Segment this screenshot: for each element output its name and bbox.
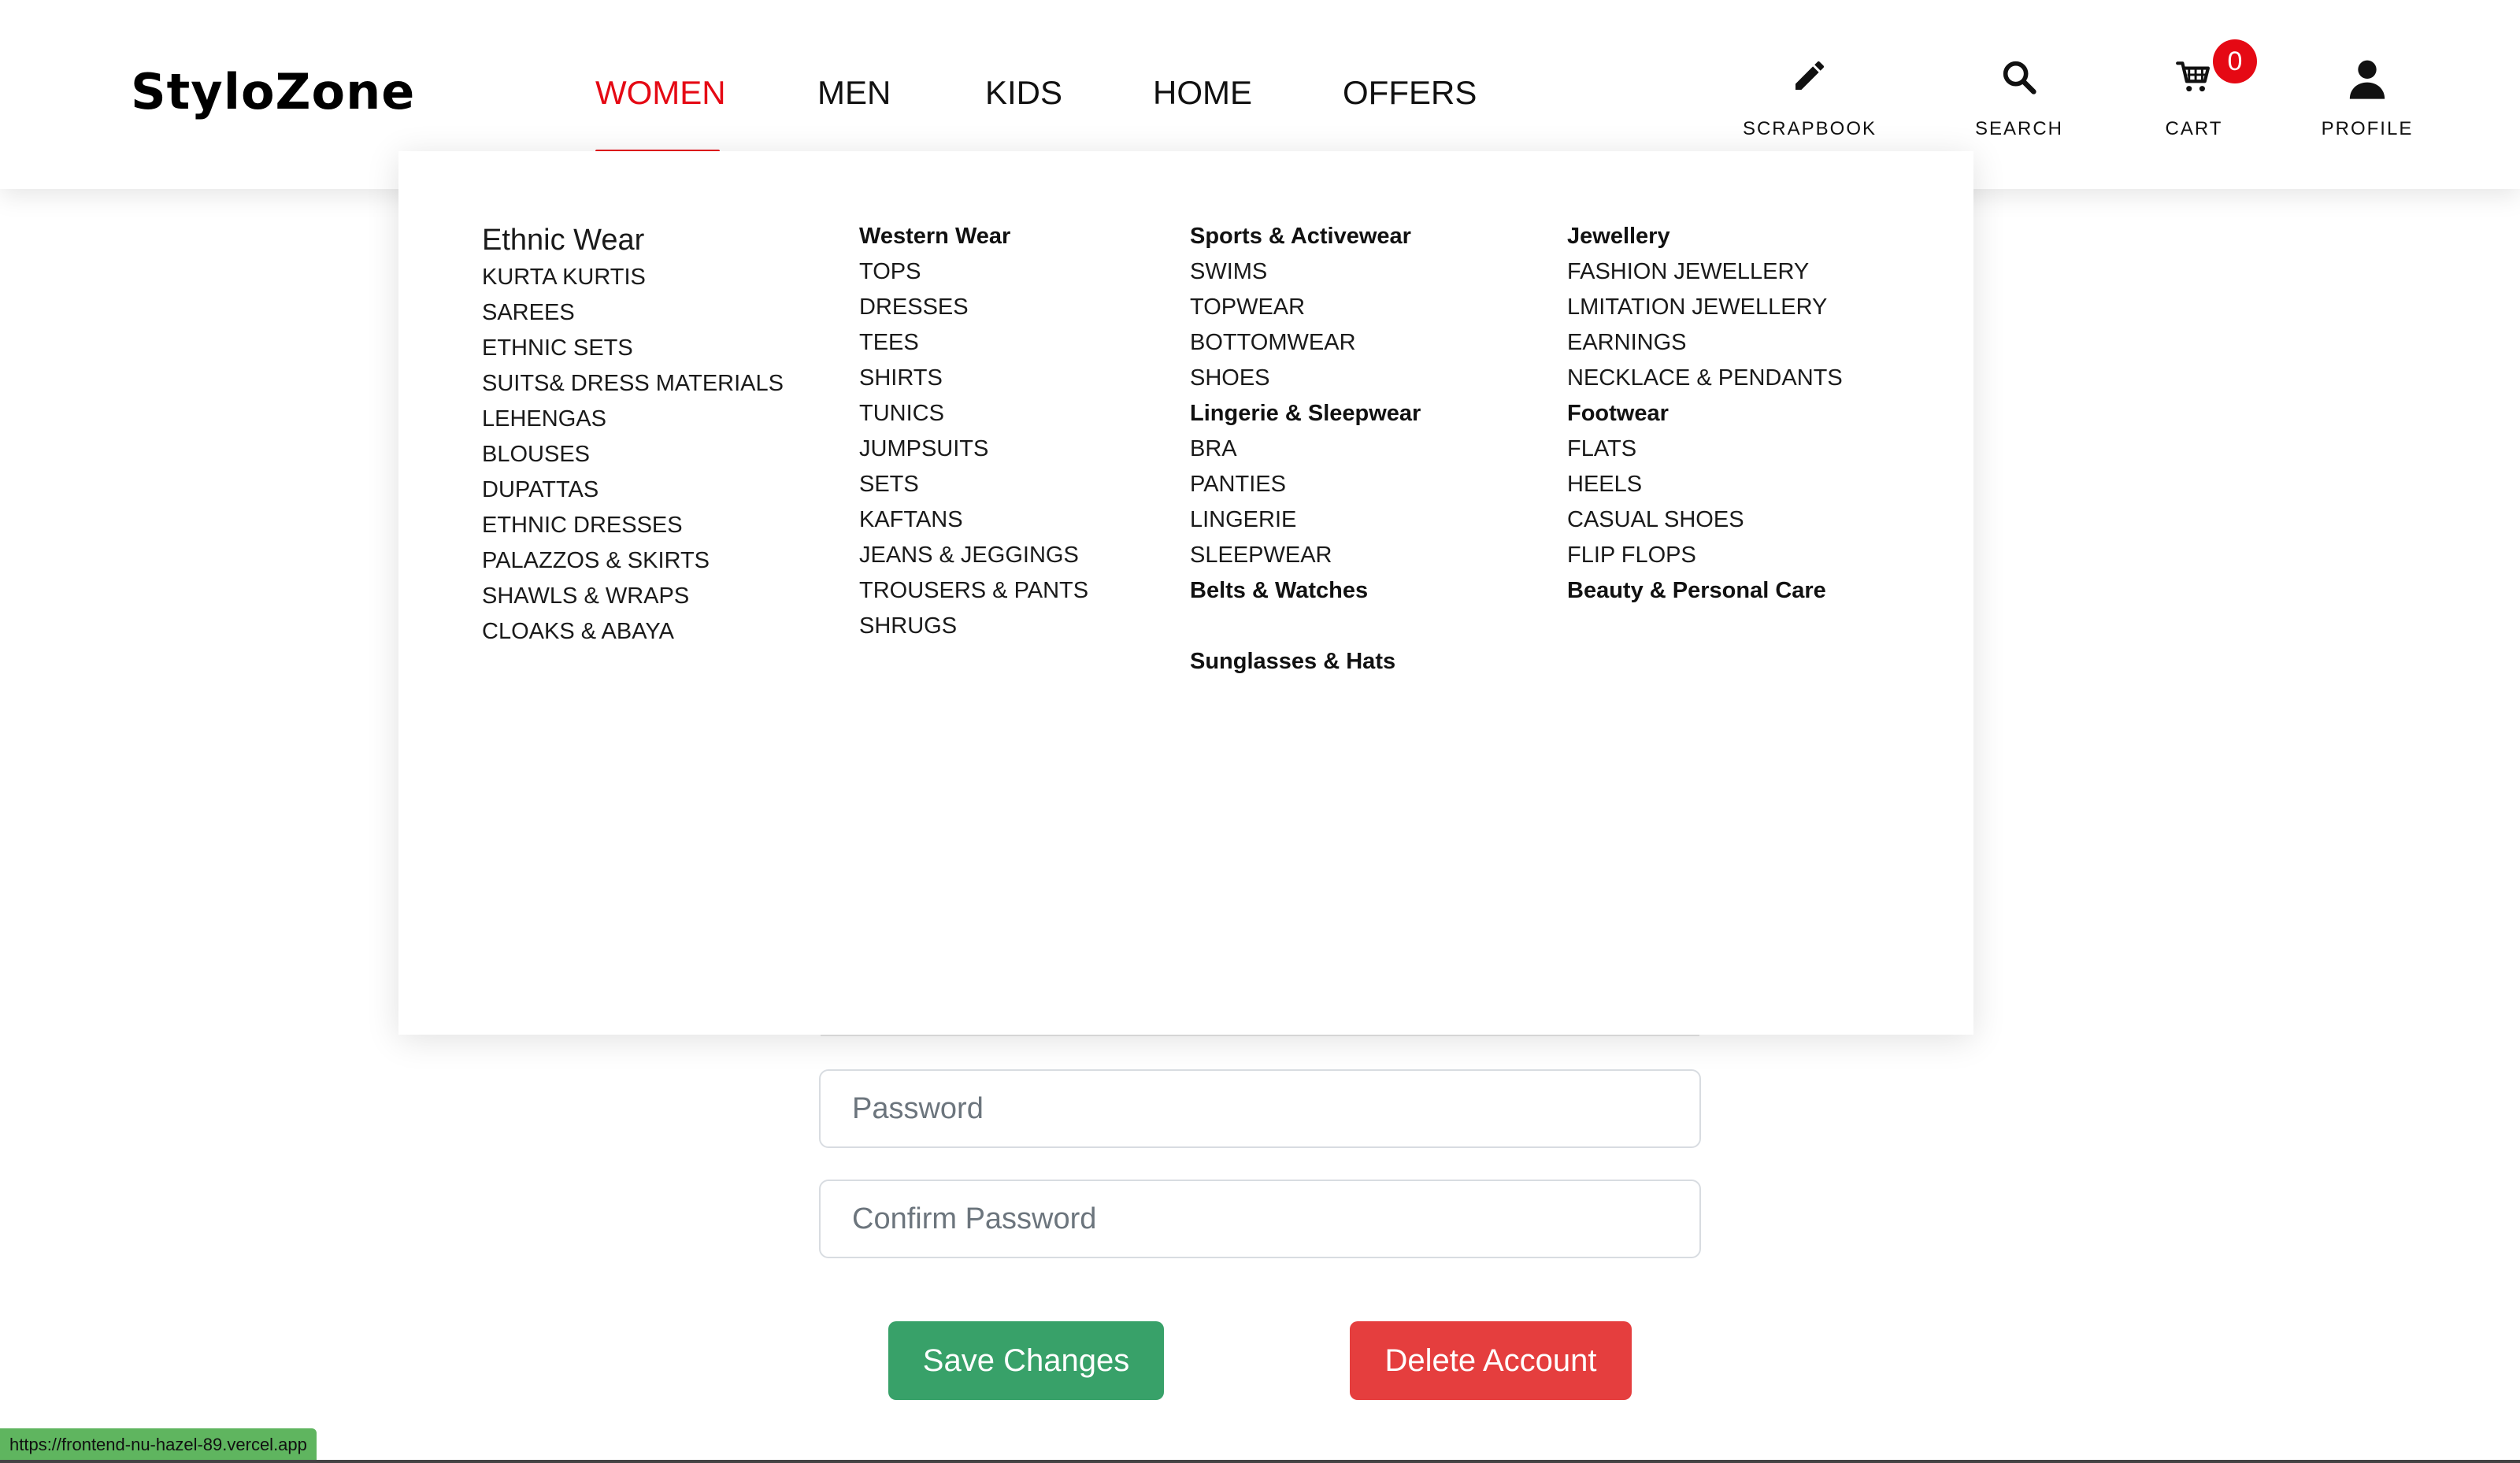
menu-item[interactable]: FLIP FLOPS [1567, 538, 1843, 573]
menu-item[interactable]: CLOAKS & ABAYA [482, 614, 784, 650]
menu-item[interactable]: SLEEPWEAR [1190, 538, 1421, 573]
menu-item[interactable]: SHAWLS & WRAPS [482, 579, 784, 614]
profile-label: PROFILE [2321, 118, 2414, 139]
menu-item[interactable]: SHOES [1190, 361, 1421, 396]
menu-item[interactable]: LINGERIE [1190, 502, 1421, 538]
menu-item[interactable]: NECKLACE & PENDANTS [1567, 361, 1843, 396]
menu-item[interactable]: KURTA KURTIS [482, 260, 784, 295]
women-mega-menu: Ethnic Wear KURTA KURTIS SAREES ETHNIC S… [398, 151, 1973, 1035]
menu-heading[interactable]: Lingerie & Sleepwear [1190, 396, 1421, 431]
delete-account-button[interactable]: Delete Account [1350, 1321, 1632, 1400]
cart-count-badge: 0 [2213, 39, 2257, 83]
menu-column-western: Western Wear TOPS DRESSES TEES SHIRTS TU… [859, 219, 1088, 644]
menu-item[interactable]: SHRUGS [859, 609, 1088, 644]
menu-item[interactable]: SUITS& DRESS MATERIALS [482, 366, 784, 402]
cart-label: CART [2165, 118, 2223, 139]
brand-logo[interactable]: StyloZone [131, 63, 415, 120]
nav-item-men[interactable]: MEN [817, 74, 891, 112]
profile-button[interactable]: PROFILE [2288, 57, 2446, 140]
link-preview-status: https://frontend-nu-hazel-89.vercel.app [0, 1428, 317, 1461]
nav-item-kids[interactable]: KIDS [985, 74, 1062, 112]
menu-item[interactable]: SHIRTS [859, 361, 1088, 396]
menu-heading[interactable]: Sports & Activewear [1190, 219, 1421, 254]
search-button[interactable]: SEARCH [1940, 57, 2098, 140]
confirm-password-field[interactable] [819, 1180, 1701, 1258]
nav-item-offers[interactable]: OFFERS [1343, 74, 1477, 112]
menu-heading[interactable]: Jewellery [1567, 219, 1843, 254]
search-label: SEARCH [1974, 118, 2064, 139]
menu-heading[interactable]: Ethnic Wear [482, 220, 784, 260]
menu-item[interactable]: LEHENGAS [482, 402, 784, 437]
menu-item[interactable]: ETHNIC DRESSES [482, 508, 784, 543]
menu-item[interactable]: SAREES [482, 295, 784, 331]
menu-heading[interactable]: Belts & Watches [1190, 573, 1421, 609]
menu-item[interactable]: TUNICS [859, 396, 1088, 431]
menu-heading[interactable]: Western Wear [859, 219, 1088, 254]
menu-item[interactable]: BRA [1190, 431, 1421, 467]
user-icon [2288, 57, 2446, 107]
menu-item[interactable]: TOPWEAR [1190, 290, 1421, 325]
menu-item[interactable]: KAFTANS [859, 502, 1088, 538]
menu-item[interactable]: JEANS & JEGGINGS [859, 538, 1088, 573]
menu-item[interactable]: PANTIES [1190, 467, 1421, 502]
menu-item[interactable]: FLATS [1567, 431, 1843, 467]
menu-heading[interactable]: Footwear [1567, 396, 1843, 431]
search-icon [1940, 57, 2098, 107]
scrapbook-label: SCRAPBOOK [1742, 118, 1877, 139]
save-changes-button[interactable]: Save Changes [888, 1321, 1164, 1400]
menu-item[interactable]: SETS [859, 467, 1088, 502]
scrapbook-button[interactable]: SCRAPBOOK [1731, 57, 1888, 140]
menu-spacer [1190, 609, 1421, 644]
menu-column-sports: Sports & Activewear SWIMS TOPWEAR BOTTOM… [1190, 219, 1421, 680]
menu-item[interactable]: PALAZZOS & SKIRTS [482, 543, 784, 579]
password-field[interactable] [819, 1069, 1701, 1148]
menu-item[interactable]: FASHION JEWELLERY [1567, 254, 1843, 290]
menu-heading[interactable]: Sunglasses & Hats [1190, 644, 1421, 680]
menu-item[interactable]: TOPS [859, 254, 1088, 290]
menu-item[interactable]: BLOUSES [482, 437, 784, 472]
pencil-icon [1731, 57, 1888, 107]
menu-item[interactable]: EARNINGS [1567, 325, 1843, 361]
menu-item[interactable]: SWIMS [1190, 254, 1421, 290]
window-bottom-edge [0, 1460, 2520, 1463]
menu-item[interactable]: CASUAL SHOES [1567, 502, 1843, 538]
menu-item[interactable]: LMITATION JEWELLERY [1567, 290, 1843, 325]
menu-heading[interactable]: Beauty & Personal Care [1567, 573, 1843, 609]
menu-item[interactable]: TROUSERS & PANTS [859, 573, 1088, 609]
nav-item-women[interactable]: WOMEN [595, 74, 726, 112]
menu-item[interactable]: HEELS [1567, 467, 1843, 502]
menu-item[interactable]: JUMPSUITS [859, 431, 1088, 467]
menu-item[interactable]: ETHNIC SETS [482, 331, 784, 366]
menu-item[interactable]: TEES [859, 325, 1088, 361]
menu-item[interactable]: DUPATTAS [482, 472, 784, 508]
menu-column-jewellery: Jewellery FASHION JEWELLERY LMITATION JE… [1567, 219, 1843, 609]
menu-item[interactable]: BOTTOMWEAR [1190, 325, 1421, 361]
menu-item[interactable]: DRESSES [859, 290, 1088, 325]
nav-item-home[interactable]: HOME [1153, 74, 1252, 112]
menu-column-ethnic: Ethnic Wear KURTA KURTIS SAREES ETHNIC S… [482, 217, 784, 650]
